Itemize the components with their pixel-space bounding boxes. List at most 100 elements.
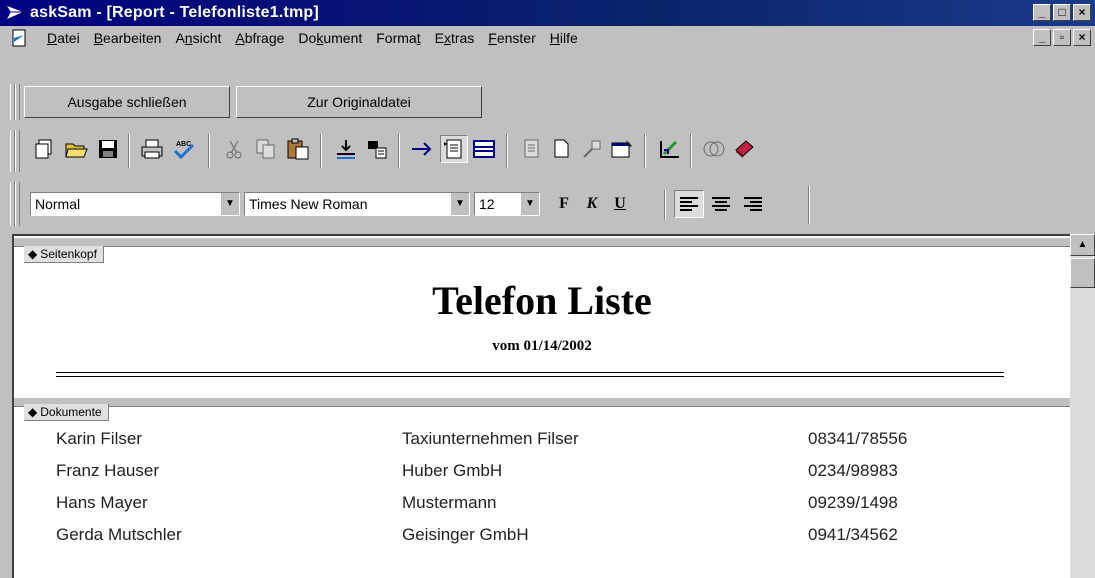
arrow-right-icon[interactable] [408, 135, 436, 163]
spellcheck-icon[interactable]: ABC [170, 135, 198, 163]
menu-item[interactable]: Hilfe [543, 29, 585, 47]
menu-item[interactable]: Extras [428, 29, 482, 47]
font-select-value: Times New Roman [249, 196, 368, 212]
menu-item-text: sicht [192, 30, 222, 46]
menu-item-accesskey: H [549, 30, 560, 46]
italic-button[interactable]: K [580, 192, 604, 216]
company-name: Mustermann [402, 493, 497, 512]
properties-icon[interactable] [608, 135, 636, 163]
menu-item-text: ument [323, 30, 363, 46]
cut-icon[interactable] [220, 135, 248, 163]
align-center-icon[interactable] [706, 190, 736, 218]
menu-item[interactable]: Dokument [291, 29, 369, 47]
menu-item-text: E [434, 30, 444, 46]
toolbar-grip[interactable] [15, 130, 20, 172]
company-name: Geisinger GmbH [402, 525, 529, 544]
table-row[interactable]: Gerda Mutschler Geisinger GmbH 0941/34562 [14, 520, 1070, 550]
menu-item-text: enster [496, 30, 536, 46]
font-size-value: 12 [479, 196, 495, 212]
chevron-down-icon[interactable]: ▼ [450, 193, 469, 215]
insert-field-icon[interactable] [332, 135, 360, 163]
link-icon[interactable] [578, 135, 606, 163]
paste-icon[interactable] [284, 135, 312, 163]
style-select[interactable]: Normal ▼ [30, 192, 240, 216]
new-document-icon[interactable] [30, 135, 58, 163]
chevron-down-icon[interactable]: ▼ [220, 193, 239, 215]
separator [644, 134, 646, 168]
chevron-down-icon[interactable]: ▼ [520, 193, 539, 215]
svg-text:ABC: ABC [176, 141, 191, 148]
vertical-scrollbar[interactable]: ▲ [1070, 234, 1095, 578]
doc-close-button[interactable]: × [1073, 29, 1091, 46]
scroll-up-icon[interactable]: ▲ [1070, 234, 1095, 256]
original-file-button[interactable]: Zur Originaldatei [236, 86, 482, 118]
menu-item[interactable]: Datei [40, 29, 87, 47]
save-icon[interactable] [94, 135, 122, 163]
menu-item-text: Do [298, 30, 317, 46]
doc-restore-button[interactable]: ▫ [1053, 29, 1071, 46]
report-canvas[interactable]: ◆ Seitenkopf Telefon Liste vom 01/14/200… [12, 234, 1070, 578]
close-button[interactable]: × [1073, 4, 1091, 21]
form-view-icon[interactable] [470, 135, 498, 163]
section-arrow-icon: ◆ [28, 405, 38, 419]
menu-item[interactable]: Format [369, 29, 427, 47]
menu-item-text: earbeiten [103, 30, 162, 46]
contact-name: Hans Mayer [56, 493, 148, 512]
menu-item[interactable]: Ansicht [168, 29, 228, 47]
menu-item-text: bfrage [244, 30, 285, 46]
document-icon[interactable] [10, 29, 28, 47]
menu-item-accesskey: t [416, 30, 421, 46]
minimize-button[interactable]: _ [1033, 4, 1051, 21]
book-icon[interactable] [730, 135, 758, 163]
open-folder-icon[interactable] [62, 135, 90, 163]
document-icon[interactable] [518, 135, 546, 163]
print-icon[interactable] [138, 135, 166, 163]
align-left-icon[interactable] [674, 190, 704, 218]
separator [128, 134, 130, 168]
maximize-button[interactable]: □ [1053, 4, 1071, 21]
report-subtitle: vom 01/14/2002 [492, 338, 592, 354]
toolbar-grip[interactable] [15, 84, 20, 120]
phone-number: 0941/34562 [808, 525, 898, 544]
menu-item-text: ilfe [559, 30, 578, 46]
scroll-thumb[interactable] [1070, 258, 1095, 288]
style-select-value: Normal [35, 196, 81, 212]
close-output-button[interactable]: Ausgabe schließen [24, 86, 230, 118]
table-row[interactable]: Franz Hauser Huber GmbH 0234/98983 [14, 456, 1070, 486]
section-header-documents[interactable]: ◆ Dokumente [24, 404, 109, 421]
new-page-icon[interactable] [548, 135, 576, 163]
chart-pen-icon[interactable] [656, 135, 684, 163]
page-view-icon[interactable] [440, 135, 468, 163]
menu-item-accesskey: x [443, 30, 451, 46]
separator [690, 134, 692, 168]
separator [398, 134, 400, 168]
menu-item[interactable]: Abfrage [228, 29, 291, 47]
bold-button[interactable]: F [552, 192, 576, 216]
output-toolbar: Ausgabe schließen Zur Originaldatei [0, 80, 1095, 124]
phone-number: 08341/78556 [808, 429, 908, 448]
font-select[interactable]: Times New Roman ▼ [244, 192, 470, 216]
menu-item-accesskey: n [184, 30, 193, 46]
company-name: Taxiunternehmen Filser [402, 429, 579, 448]
font-size-select[interactable]: 12 ▼ [474, 192, 540, 216]
toolbar-grip[interactable] [15, 182, 20, 226]
contact-name: Gerda Mutschler [56, 525, 182, 544]
contact-name: Karin Filser [56, 429, 142, 448]
table-row[interactable]: Karin Filser Taxiunternehmen Filser 08341/… [14, 424, 1070, 454]
menu-item-text: Forma [376, 30, 417, 46]
section-arrow-icon: ◆ [28, 247, 38, 261]
doc-minimize-button[interactable]: _ [1033, 29, 1051, 46]
underline-button[interactable]: U [608, 192, 632, 216]
format-painter-icon[interactable] [364, 135, 392, 163]
align-right-icon[interactable] [738, 190, 768, 218]
section-header-page[interactable]: ◆ Seitenkopf [24, 246, 104, 263]
menu-item-accesskey: F [488, 30, 497, 46]
menu-item[interactable]: Bearbeiten [87, 29, 169, 47]
menu-bar: Datei Bearbeiten Ansicht Abfrage Dokument For… [0, 26, 1095, 50]
menu-item-accesskey: A [235, 30, 245, 46]
menu-item[interactable]: Fenster [481, 29, 542, 47]
contacts-icon[interactable] [700, 135, 728, 163]
copy-icon[interactable] [252, 135, 280, 163]
table-row[interactable]: Hans Mayer Mustermann 09239/1498 [14, 488, 1070, 518]
title-bar: askSam - [Report - Telefonliste1.tmp] _ … [0, 0, 1095, 26]
